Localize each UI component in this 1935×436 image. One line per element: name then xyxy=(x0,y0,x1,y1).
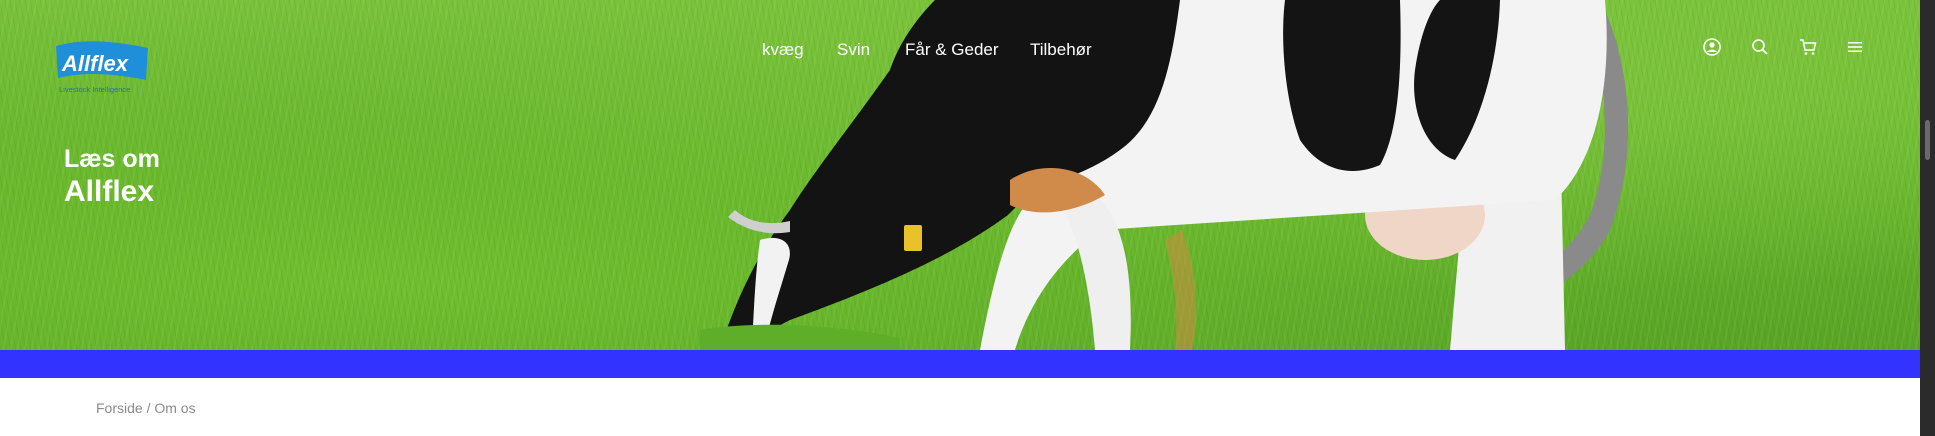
hero-line-2: Allflex xyxy=(64,175,155,208)
menu-icon[interactable] xyxy=(1844,36,1866,58)
hero-banner: Allflex Livestock Intelligence kvæg Svin… xyxy=(0,0,1920,350)
search-icon[interactable] xyxy=(1749,36,1771,58)
logo-tagline: Livestock Intelligence xyxy=(59,85,130,94)
nav-item-faar-geder[interactable]: Får & Geder xyxy=(905,38,999,62)
scrollbar-track[interactable] xyxy=(1920,0,1935,436)
cart-icon[interactable] xyxy=(1797,36,1819,58)
nav-item-tilbehoer[interactable]: Tilbehør xyxy=(1030,38,1092,62)
breadcrumb-current: Om os xyxy=(154,400,196,416)
nav-item-kvaeg[interactable]: kvæg xyxy=(762,38,804,62)
main-nav: kvæg Svin Får & Geder Tilbehør xyxy=(0,38,1920,62)
breadcrumb-home-link[interactable]: Forside xyxy=(96,400,143,416)
hero-headline: Læs om Allflex xyxy=(64,144,160,210)
nav-item-svin[interactable]: Svin xyxy=(837,38,870,62)
scrollbar-thumb[interactable] xyxy=(1925,120,1930,160)
breadcrumb-separator: / xyxy=(142,400,155,416)
user-icon[interactable] xyxy=(1701,36,1723,58)
accent-band xyxy=(0,350,1920,378)
breadcrumb: Forside / Om os xyxy=(96,400,196,416)
hero-line-1: Læs om xyxy=(64,145,160,173)
